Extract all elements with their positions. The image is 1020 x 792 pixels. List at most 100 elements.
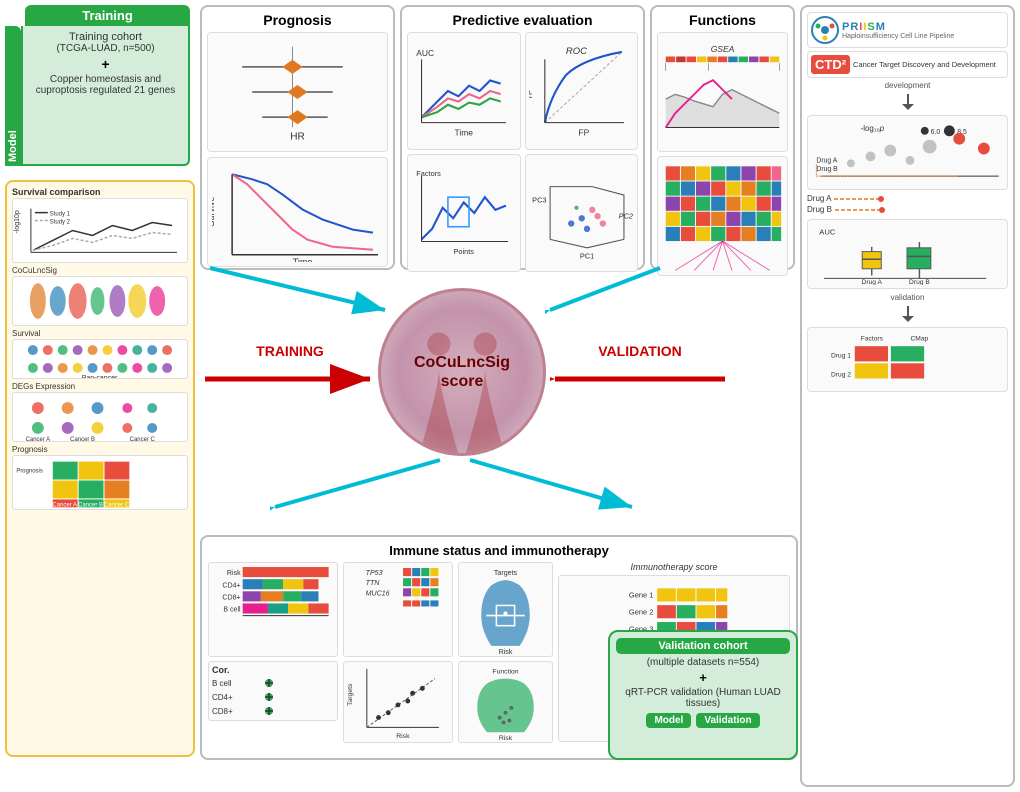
svg-text:Risk: Risk (499, 649, 513, 654)
cyan-arrow-bottomright (460, 455, 640, 515)
val-arrow-container (807, 304, 1008, 324)
cyan-arrow-topleft (200, 258, 400, 318)
cd4-label: CD4+ (212, 693, 254, 702)
down-arrow-icon (898, 92, 918, 112)
svg-text:Factors: Factors (861, 336, 884, 343)
bcell-label: B cell (212, 679, 254, 688)
prognosis-survival-curve: Survive Time (207, 157, 388, 267)
cd8-label: CD8+ (212, 707, 254, 716)
survival-comparison-chart: -log10p Study 1 Study 2 (12, 198, 188, 263)
left-panel: Comparison of CoCuLncSig with previous s… (5, 180, 195, 757)
svg-text:Gene 2: Gene 2 (629, 608, 654, 617)
development-label: development (807, 81, 1008, 90)
cyan-arrow-topright (545, 258, 670, 318)
svg-text:ROC: ROC (565, 46, 586, 57)
ctd2-sublabel: Cancer Target Discovery and Development (853, 60, 1004, 69)
svg-text:TP: TP (529, 90, 534, 100)
svg-text:TTN: TTN (366, 580, 381, 587)
model-label: Model (5, 26, 21, 166)
svg-text:Survive: Survive (212, 196, 216, 226)
validation-box-header: Validation cohort (616, 638, 790, 654)
training-plus: + (28, 56, 183, 72)
svg-text:Function: Function (492, 669, 518, 676)
ctd2-label: CTD² (811, 55, 850, 74)
survival-comparison-label: Survival comparison (12, 187, 188, 197)
training-genes: Copper homeostasis and cuproptosis regul… (28, 74, 183, 96)
main-container: Training Model Training cohort (TCGA-LUA… (0, 0, 1020, 792)
svg-text:Targets: Targets (494, 570, 518, 577)
drug-lines: Drug A Drug B (807, 194, 1008, 214)
coculncsig-label: CoCuLncSig (12, 266, 188, 275)
svg-text:-log₁₀p: -log₁₀p (861, 124, 885, 133)
mutation-waterfall: TP53 TTN MUC16 (343, 562, 453, 657)
ctd2-section: CTD² Cancer Target Discovery and Develop… (807, 51, 1008, 78)
nomogram-chart: Factors Points (407, 154, 521, 272)
drug-b-line: Drug B (807, 205, 1008, 214)
svg-text:6.0: 6.0 (931, 129, 941, 136)
pca-chart: PC3 PC1 PC2 (525, 154, 639, 272)
svg-text:Drug 2: Drug 2 (831, 372, 851, 379)
prognosis-box: Prognosis HR Survive (200, 5, 395, 270)
immune-middle: TP53 TTN MUC16 (343, 562, 453, 749)
validation-qrt: qRT-PCR validation (Human LUAD tissues) (616, 687, 790, 709)
svg-text:CD8+: CD8+ (222, 594, 240, 601)
svg-text:Study 2: Study 2 (50, 220, 71, 226)
validation-arrow-svg (550, 362, 730, 397)
prism-label: PRIISM (842, 21, 954, 33)
predictive-title: Predictive evaluation (407, 12, 638, 28)
svg-text:Targets: Targets (347, 683, 354, 706)
immunotherapy-score-label: Immunotherapy score (558, 562, 790, 572)
down-arrow2-icon (898, 304, 918, 324)
center-circle: CoCuLncSig score (378, 288, 546, 456)
immune-title: Immune status and immunotherapy (208, 543, 790, 558)
svg-text:Drug 1: Drug 1 (831, 353, 851, 360)
svg-text:HR: HR (290, 131, 305, 142)
validation-badge: Validation (696, 713, 759, 728)
svg-text:Drug A: Drug A (816, 157, 837, 164)
svg-text:B cell: B cell (223, 607, 241, 614)
prognosis-forest-plot: HR (207, 32, 388, 152)
validation-box-detail: (multiple datasets n=554) (616, 657, 790, 668)
svg-text:Risk: Risk (396, 733, 410, 740)
cd8-cor: CD8+ (212, 705, 334, 717)
svg-text:PC2: PC2 (618, 211, 632, 220)
svg-text:Factors: Factors (416, 169, 441, 178)
validation-plus: + (616, 670, 790, 685)
validation-label: VALIDATION (550, 343, 730, 359)
training-cohort-detail: (TCGA-LUAD, n=500) (28, 43, 183, 54)
svg-text:MUC16: MUC16 (366, 590, 390, 597)
auc-box-plots: AUC Drug A Drug B (807, 219, 1008, 289)
neg-logp-scatter: -log₁₀p 6.0 8.5 Drug A D (807, 115, 1008, 190)
drug-a-label: Drug A (807, 194, 831, 203)
roc-chart: ROC TP FP (525, 32, 639, 150)
svg-text:FP: FP (578, 127, 589, 137)
predictive-box: Predictive evaluation AUC Time ROC TP (400, 5, 645, 270)
functions-box: Functions GSEA (650, 5, 795, 270)
functions-title: Functions (657, 12, 788, 28)
svg-text:Gene 1: Gene 1 (629, 591, 654, 600)
training-arrow-area: TRAINING (200, 343, 380, 402)
prism-logo-icon (811, 16, 839, 44)
training-box: Training Model Training cohort (TCGA-LUA… (5, 5, 190, 170)
prism-sublabel: Haploinsufficiency Cell Line Pipeline (842, 33, 954, 40)
factors-cmap: Factors CMap Drug 1 Drug 2 (807, 327, 1008, 392)
svg-text:Drug A: Drug A (862, 279, 883, 285)
svg-text:CD4+: CD4+ (222, 582, 240, 589)
drug-b-label: Drug B (807, 205, 832, 214)
cd4-cor: CD4+ (212, 691, 334, 703)
function-violin: Function Risk (458, 661, 553, 743)
svg-text:AUC: AUC (416, 48, 434, 58)
left-panel-label: Comparison of CoCuLncSig with previous s… (5, 295, 92, 642)
svg-text:Points: Points (454, 247, 475, 256)
cor-label: Cor. (212, 665, 334, 675)
svg-text:Drug B: Drug B (909, 279, 930, 285)
immune-right-middle: Targets Risk Function (458, 562, 553, 749)
svg-text:Drug B: Drug B (816, 166, 838, 173)
svg-text:-log10p: -log10p (14, 210, 21, 233)
svg-text:AUC: AUC (819, 227, 836, 236)
training-arrow-svg (200, 362, 380, 397)
bcell-cor: B cell (212, 677, 334, 689)
validation-arrow-area: VALIDATION (550, 343, 730, 402)
training-cohort: Training cohort (28, 31, 183, 43)
immune-left: Risk CD4+ CD8+ (208, 562, 338, 749)
